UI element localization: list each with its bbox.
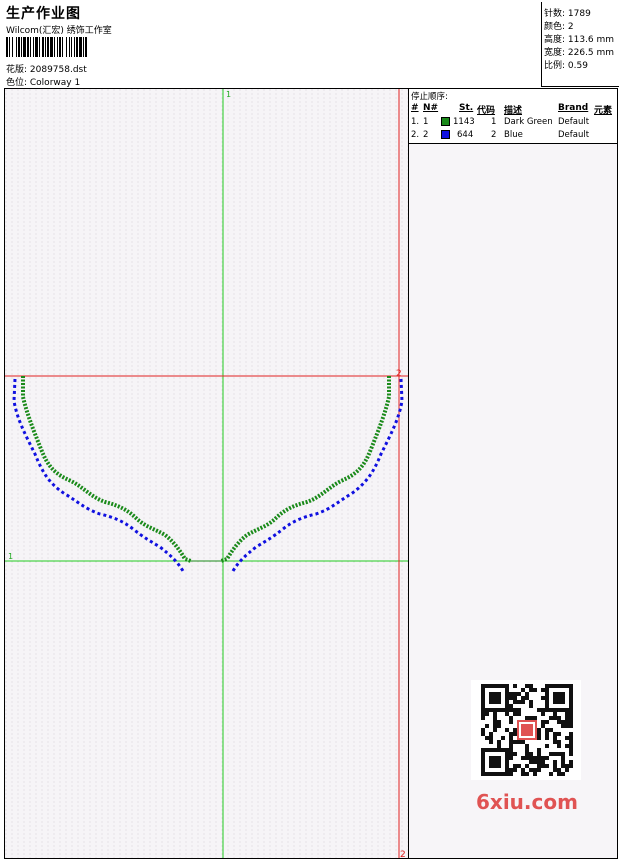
colorway-name: 色位: Colorway 1 [6, 78, 81, 88]
qr-code [471, 680, 581, 780]
row-1-description: Dark Green [504, 117, 553, 127]
row-1-brand: Default [558, 117, 590, 127]
col-stitches: St. [459, 103, 474, 113]
col-code: 代码 [477, 106, 496, 116]
pattern-name: 花版: 2089758.dst [6, 65, 87, 75]
fabric-background [5, 89, 408, 858]
guide-label-red-bottom: 2 [400, 850, 406, 859]
row-1-index: 1. [411, 117, 420, 127]
subtitle: Wilcom(汇宏) 绣饰工作室 [6, 26, 112, 36]
design-width: 宽度: 226.5 mm [544, 48, 615, 58]
row-1-stitches: 1143 [453, 117, 475, 127]
row-2-swatch [441, 130, 450, 139]
row-2-brand: Default [558, 130, 590, 140]
row-2-index: 2. [411, 130, 420, 140]
col-index: # [411, 103, 419, 113]
barcode [6, 37, 140, 57]
col-description: 描述 [504, 106, 523, 116]
qr-code-svg [481, 684, 573, 776]
design-scale: 比例: 0.59 [544, 61, 588, 71]
row-1-swatch [441, 117, 450, 126]
col-element: 元素 [594, 106, 613, 116]
row-2-needle: 2 [423, 130, 429, 140]
row-1-needle: 1 [423, 117, 429, 127]
row-2-description: Blue [504, 130, 523, 140]
row-2-code: 2 [491, 130, 497, 140]
design-svg: 1 1 2 2 [5, 89, 408, 859]
barcode-bar [87, 37, 88, 57]
stop-sequence-header: 停止顺序: # N# St. 代码 描述 Brand 元素 1. 1 1143 … [409, 89, 617, 144]
col-brand: Brand [558, 103, 589, 113]
design-height: 高度: 113.6 mm [544, 35, 615, 45]
design-canvas[interactable]: 1 1 2 2 [4, 88, 409, 859]
guide-label-red-right: 2 [396, 369, 402, 379]
guide-label-green-top: 1 [226, 90, 231, 99]
page-title: 生产作业图 [6, 6, 81, 22]
row-2-stitches: 644 [457, 130, 474, 140]
stitch-count: 针数: 1789 [544, 9, 591, 19]
row-1-code: 1 [491, 117, 497, 127]
guide-label-green-left: 1 [8, 552, 13, 561]
stop-sequence-title: 停止顺序: [411, 92, 448, 102]
col-needle: N# [423, 103, 439, 113]
watermark-logo: 6xiu.com [476, 790, 578, 814]
color-count: 颜色: 2 [544, 22, 574, 32]
